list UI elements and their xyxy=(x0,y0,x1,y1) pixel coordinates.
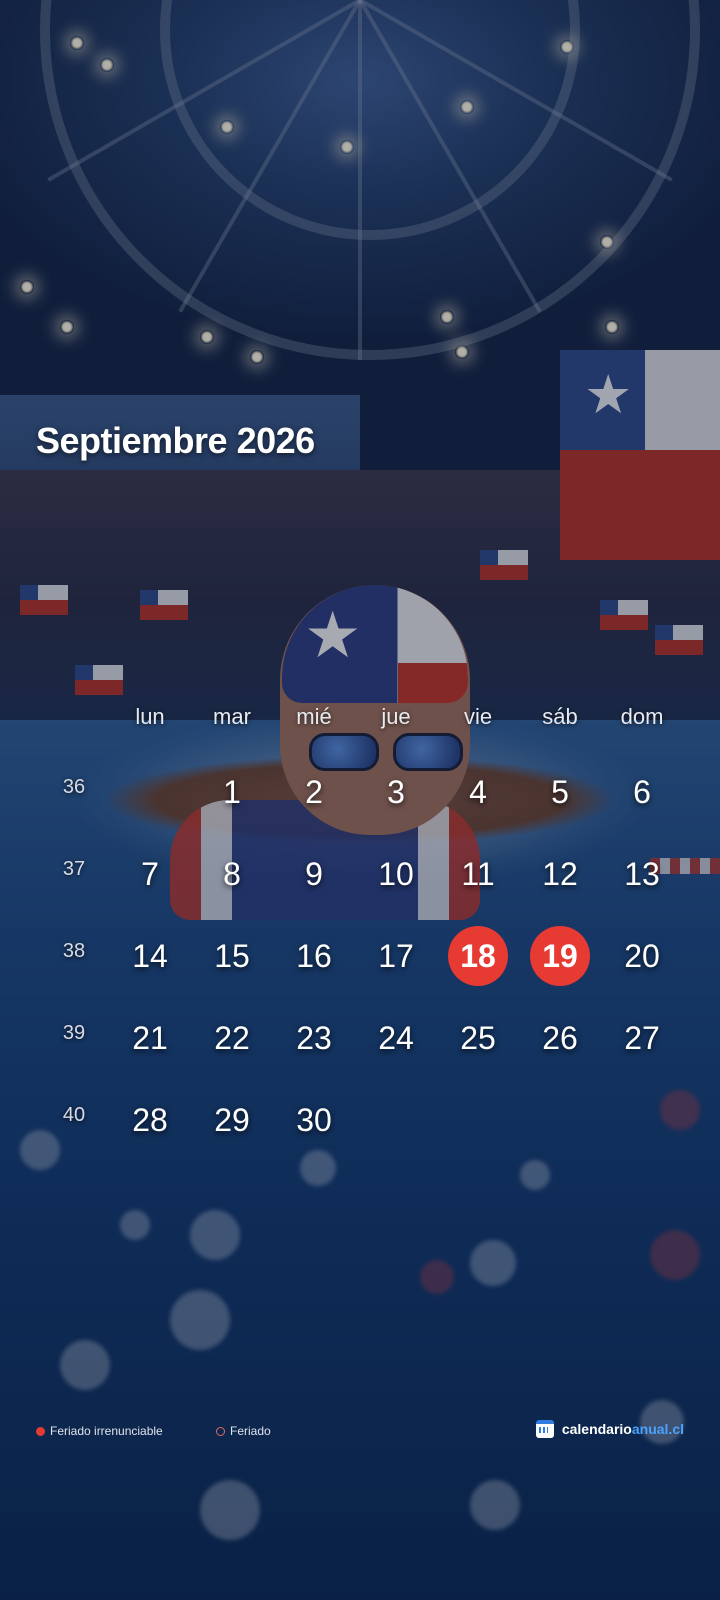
day-cell[interactable]: 2 xyxy=(284,762,344,822)
day-cell[interactable]: 20 xyxy=(612,926,672,986)
weekday-label: mar xyxy=(213,704,251,729)
day-cell[interactable]: 13 xyxy=(612,844,672,904)
day-cell[interactable]: 23 xyxy=(284,1008,344,1068)
day-cell[interactable]: 1 xyxy=(202,762,262,822)
brand-logo[interactable]: calendario anual.cl xyxy=(535,1420,684,1438)
legend-irrenunciable: Feriado irrenunciable xyxy=(36,1424,163,1438)
day-cell[interactable]: 22 xyxy=(202,1008,262,1068)
day-cell[interactable]: 25 xyxy=(448,1008,508,1068)
day-cell[interactable]: 10 xyxy=(366,844,426,904)
legend-label: Feriado irrenunciable xyxy=(50,1424,163,1438)
brand-name-part1: calendario xyxy=(561,1421,632,1437)
day-cell[interactable]: 16 xyxy=(284,926,344,986)
day-cell[interactable]: 6 xyxy=(612,762,672,822)
day-cell[interactable]: 7 xyxy=(120,844,180,904)
day-cell[interactable]: 8 xyxy=(202,844,262,904)
day-cell[interactable]: 14 xyxy=(120,926,180,986)
weekday-label: vie xyxy=(463,704,493,729)
footer: Feriado irrenunciable Feriado calendario… xyxy=(0,1420,720,1444)
day-cell[interactable]: 5 xyxy=(530,762,590,822)
calendar-icon xyxy=(535,1420,554,1438)
brand-name-part2: anual.cl xyxy=(631,1421,684,1437)
day-cell[interactable]: 3 xyxy=(366,762,426,822)
day-cell xyxy=(120,762,180,822)
filled-dot-icon xyxy=(36,1426,45,1436)
day-cell[interactable]: 11 xyxy=(448,844,508,904)
day-cell[interactable]: 27 xyxy=(612,1008,672,1068)
day-cell[interactable]: 9 xyxy=(284,844,344,904)
week-row: 37 7 8 9 10 11 12 13 xyxy=(0,834,720,914)
week-number: 40 xyxy=(62,1104,86,1126)
weekday-label: jue xyxy=(381,704,411,729)
weekday-label: sáb xyxy=(542,704,578,729)
day-cell[interactable]: 26 xyxy=(530,1008,590,1068)
day-cell[interactable]: 12 xyxy=(530,844,590,904)
month-title: Septiembre 2026 xyxy=(36,420,315,461)
ring-dot-icon xyxy=(216,1426,225,1436)
day-cell[interactable]: 4 xyxy=(448,762,508,822)
day-cell[interactable]: 24 xyxy=(366,1008,426,1068)
day-cell[interactable]: 21 xyxy=(120,1008,180,1068)
week-number: 36 xyxy=(62,776,86,798)
day-cell-holiday-irrenunciable[interactable]: 19 xyxy=(530,926,590,986)
legend-feriado: Feriado xyxy=(216,1424,271,1438)
weekday-label: dom xyxy=(620,704,664,729)
day-cell[interactable]: 30 xyxy=(284,1090,344,1150)
week-number: 37 xyxy=(62,858,86,880)
day-cell[interactable]: 29 xyxy=(202,1090,262,1150)
day-cell[interactable]: 17 xyxy=(366,926,426,986)
day-cell[interactable]: 15 xyxy=(202,926,262,986)
weekday-label: lun xyxy=(135,704,165,729)
week-row: 40 28 29 30 xyxy=(0,1080,720,1160)
week-row: 36 1 2 3 4 5 6 xyxy=(0,752,720,832)
day-cell[interactable]: 28 xyxy=(120,1090,180,1150)
week-number: 39 xyxy=(62,1022,86,1044)
weekday-label: mié xyxy=(296,704,332,729)
day-cell-holiday-irrenunciable[interactable]: 18 xyxy=(448,926,508,986)
week-row: 39 21 22 23 24 25 26 27 xyxy=(0,998,720,1078)
week-row: 38 14 15 16 17 18 19 20 xyxy=(0,916,720,996)
weekday-header: lun mar mié jue vie sáb dom xyxy=(0,704,720,740)
legend-label: Feriado xyxy=(230,1424,271,1438)
week-number: 38 xyxy=(62,940,86,962)
